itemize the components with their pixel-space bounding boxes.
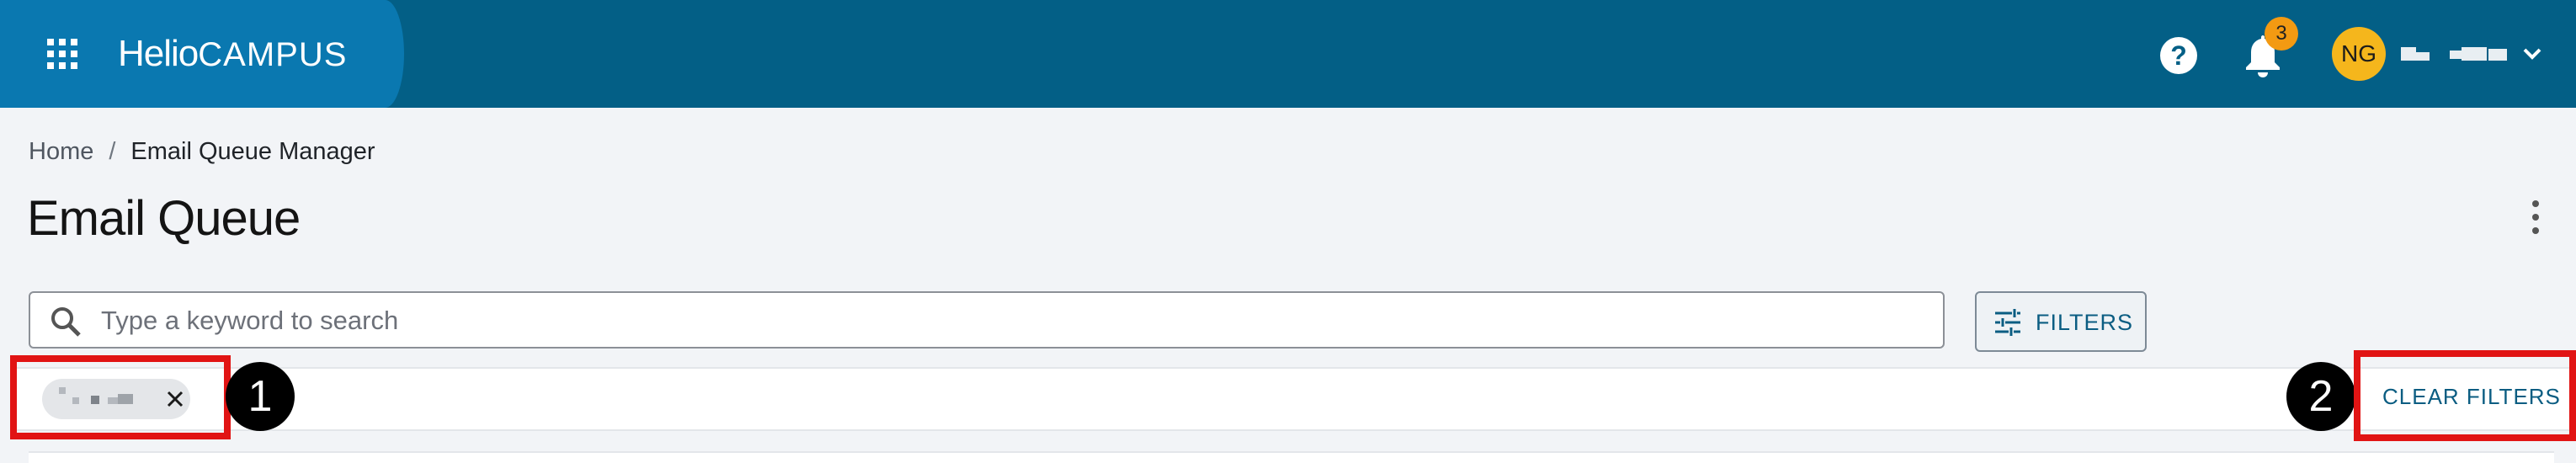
search-input[interactable] xyxy=(99,293,1929,349)
search-box xyxy=(29,291,1945,349)
chevron-down-icon[interactable] xyxy=(2520,42,2544,66)
page-title: Email Queue xyxy=(27,191,301,246)
breadcrumb-separator: / xyxy=(109,138,116,165)
active-filters-bar xyxy=(13,367,2576,431)
breadcrumb: Home / Email Queue Manager xyxy=(29,138,375,166)
heliocampus-logo[interactable]: HelioCAMPUS xyxy=(118,30,347,77)
help-icon[interactable]: ? xyxy=(2160,37,2197,74)
more-options-icon[interactable] xyxy=(2525,200,2546,234)
filters-button[interactable]: FILTERS xyxy=(1975,291,2147,352)
clear-filters-button[interactable]: CLEAR FILTERS xyxy=(2382,384,2561,410)
apps-grid-icon[interactable] xyxy=(47,39,77,69)
filters-button-label: FILTERS xyxy=(2036,310,2134,335)
search-icon xyxy=(51,307,81,337)
step-marker-2: 2 xyxy=(2286,362,2355,431)
highlight-box-filter-chip xyxy=(10,355,231,439)
breadcrumb-home-link[interactable]: Home xyxy=(29,138,93,165)
notification-count-badge: 3 xyxy=(2265,17,2298,51)
user-name-redacted[interactable] xyxy=(2401,44,2509,64)
tune-icon xyxy=(1995,309,2020,336)
avatar[interactable]: NG xyxy=(2332,27,2386,81)
step-marker-1: 1 xyxy=(226,362,295,431)
breadcrumb-current: Email Queue Manager xyxy=(130,138,375,165)
